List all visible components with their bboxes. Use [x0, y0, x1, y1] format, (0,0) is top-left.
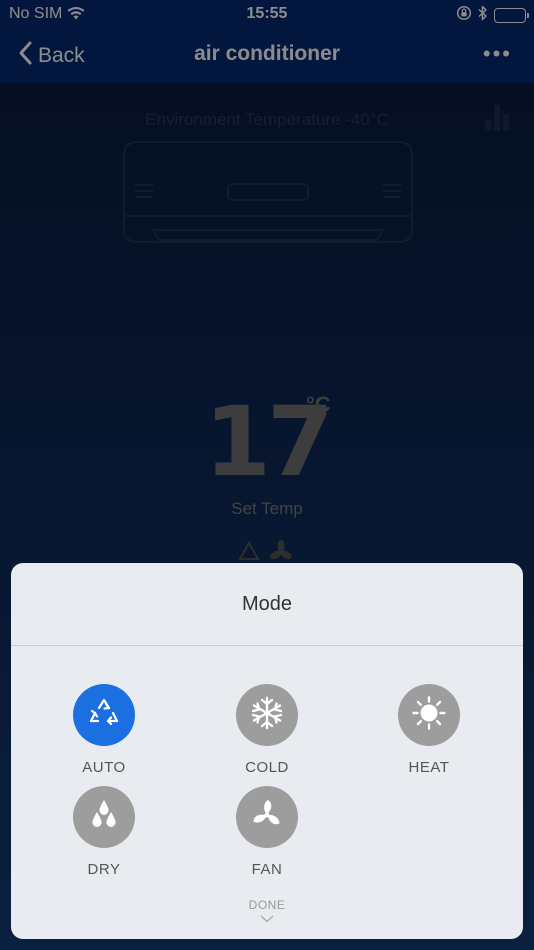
mode-fan-label: FAN — [251, 861, 283, 878]
mode-dry-circle — [73, 786, 135, 848]
done-label: DONE — [248, 898, 286, 912]
water-drops-icon — [86, 797, 122, 838]
mode-cold-label: COLD — [245, 759, 289, 776]
mode-auto-circle — [73, 684, 135, 746]
mode-fan-circle — [236, 786, 298, 848]
mode-auto-button[interactable]: AUTO — [44, 684, 164, 776]
mode-cold-circle — [236, 684, 298, 746]
recycle-icon — [86, 696, 122, 735]
screen: No SIM 15:55 Back air conditioner ••• En… — [0, 0, 534, 950]
mode-cold-button[interactable]: COLD — [207, 684, 327, 776]
mode-sheet: Mode AUTO COLD HEAT DRY FAN DONE — [11, 563, 523, 939]
chevron-down-icon — [11, 912, 523, 926]
mode-dry-label: DRY — [87, 861, 121, 878]
snowflake-icon — [249, 695, 285, 736]
mode-dry-button[interactable]: DRY — [44, 786, 164, 878]
sheet-title: Mode — [241, 593, 293, 615]
sun-icon — [411, 695, 447, 736]
mode-heat-circle — [398, 684, 460, 746]
divider — [11, 645, 523, 646]
mode-heat-button[interactable]: HEAT — [369, 684, 489, 776]
mode-fan-button[interactable]: FAN — [207, 786, 327, 878]
fan-icon — [249, 797, 285, 838]
mode-auto-label: AUTO — [82, 759, 126, 776]
mode-heat-label: HEAT — [408, 759, 450, 776]
done-button[interactable]: DONE — [11, 898, 523, 926]
